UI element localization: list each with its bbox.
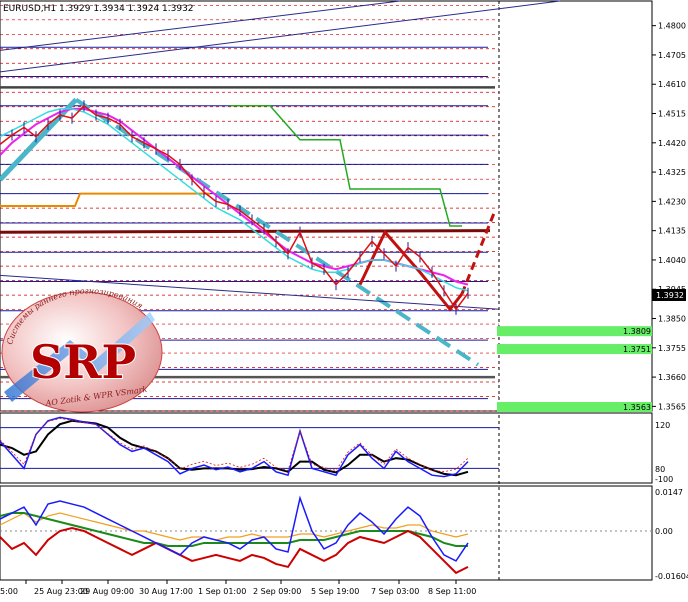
current-price-label: 1.3932 [656, 291, 684, 300]
price-tick-label: 1.4230 [658, 197, 686, 206]
time-tick-label: 7 Sep 03:00 [371, 587, 419, 596]
chart-title: EURUSD,H1 1.3929 1.3934 1.3924 1.3932 [3, 4, 194, 14]
price-chart-svg[interactable]: Системы раннего прогнозирования SRP AO Z… [0, 0, 688, 598]
price-tick-label: 1.4705 [658, 51, 686, 60]
current-price-tag: 1.3932 [652, 289, 686, 301]
time-tick-label: 5:00 [0, 587, 18, 596]
price-tick-label: 1.4325 [658, 168, 686, 177]
price-tick-label: 1.4800 [658, 22, 686, 31]
chart-window[interactable]: Системы раннего прогнозирования SRP AO Z… [0, 0, 688, 598]
price-tick-label: 1.3565 [658, 402, 686, 411]
price-tick-label: 1.4610 [658, 80, 686, 89]
price-tick-label: 1.4515 [658, 110, 686, 119]
pivot-level-line [0, 229, 491, 234]
time-tick-label: 29 Aug 09:00 [80, 587, 134, 596]
price-tick-label: 1.4135 [658, 227, 686, 236]
level-tag-label: 1.3563 [623, 403, 651, 412]
logo-main-text: SRP [30, 335, 136, 389]
price-tick-label: 1.4040 [658, 256, 686, 265]
stoch-tick-label: 120 [655, 421, 670, 430]
price-tick-label: 1.3660 [658, 373, 686, 382]
level-tag-label: 1.3751 [623, 345, 651, 354]
time-tick-label: 1 Sep 01:00 [198, 587, 246, 596]
stoch-tick-label: 80 [655, 465, 665, 474]
osc-tick-label: 0.00 [655, 527, 673, 536]
price-tick-label: 1.4420 [658, 139, 686, 148]
stoch-tick-label: -100 [655, 475, 673, 484]
time-tick-label: 30 Aug 17:00 [139, 587, 193, 596]
time-tick-label: 2 Sep 09:00 [253, 587, 301, 596]
time-tick-label: 5 Sep 19:00 [311, 587, 359, 596]
price-tick-label: 1.3850 [658, 315, 686, 324]
level-tag-label: 1.3809 [623, 327, 651, 336]
osc-tick-label: -0.01604 [655, 572, 688, 581]
time-tick-label: 8 Sep 11:00 [428, 587, 476, 596]
osc-tick-label: 0.0147 [655, 488, 683, 497]
price-tick-label: 1.3755 [658, 344, 686, 353]
